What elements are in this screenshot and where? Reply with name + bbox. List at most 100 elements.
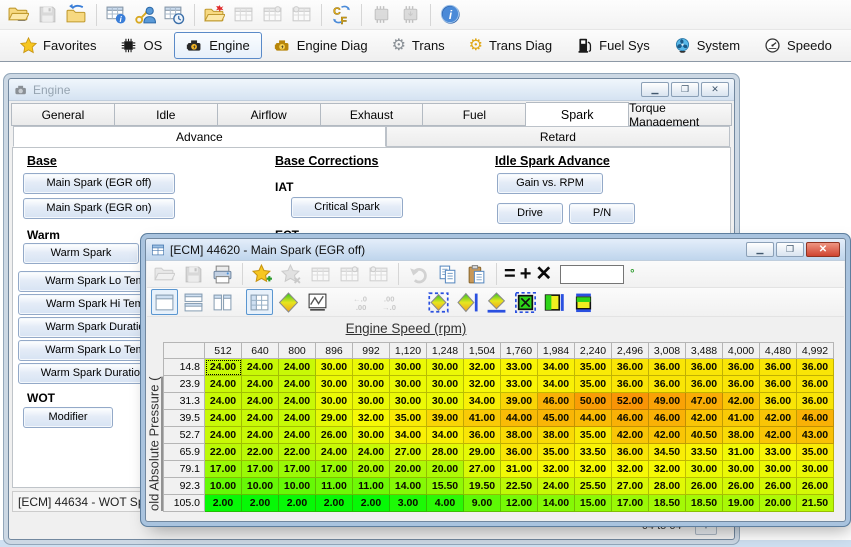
main-spark-egr-off-button[interactable]: Main Spark (EGR off) [23, 173, 175, 194]
grid-cell[interactable]: 32.00 [464, 359, 501, 376]
grid-cell[interactable]: 36.00 [686, 359, 723, 376]
grid-cell[interactable]: 35.00 [538, 444, 575, 461]
grid-cell[interactable]: 42.00 [760, 410, 797, 427]
grid-cell[interactable]: 17.00 [612, 495, 649, 512]
grid-cell[interactable]: 24.00 [205, 393, 242, 410]
grid-cell[interactable]: 24.00 [279, 410, 316, 427]
grid-cell[interactable]: 30.00 [353, 393, 390, 410]
grid-cell[interactable]: 38.00 [501, 427, 538, 444]
grid-cell[interactable]: 17.00 [242, 461, 279, 478]
view-split-horizontal-icon[interactable] [180, 289, 207, 315]
column-header[interactable]: 992 [353, 342, 390, 359]
grid-cell[interactable]: 30.00 [390, 359, 427, 376]
grid-cell[interactable]: 42.00 [612, 427, 649, 444]
add-value-icon[interactable]: + [520, 264, 532, 284]
grid-cell[interactable]: 50.00 [575, 393, 612, 410]
row-header[interactable]: 105.0 [163, 495, 205, 512]
print-icon[interactable] [209, 261, 236, 287]
grid-cell[interactable]: 25.50 [575, 478, 612, 495]
grid-cell[interactable]: 11.00 [353, 478, 390, 495]
grid-cell[interactable]: 36.00 [686, 376, 723, 393]
grid-cell[interactable]: 34.00 [427, 427, 464, 444]
grid-cell[interactable]: 44.00 [575, 410, 612, 427]
grid-cell[interactable]: 35.00 [575, 376, 612, 393]
tab-exhaust[interactable]: Exhaust [321, 103, 424, 126]
grid-cell[interactable]: 42.00 [760, 427, 797, 444]
grid-cell[interactable]: 26.00 [760, 478, 797, 495]
highlight-column-icon[interactable] [541, 289, 568, 315]
grid-cell[interactable]: 30.00 [390, 393, 427, 410]
grid-cell[interactable]: 27.00 [390, 444, 427, 461]
grid-cell[interactable]: 12.00 [501, 495, 538, 512]
grid-cell[interactable]: 24.00 [205, 359, 242, 376]
grid-cell[interactable]: 22.50 [501, 478, 538, 495]
compare-config-icon[interactable]: CF [328, 2, 355, 28]
grid-cell[interactable]: 24.00 [279, 393, 316, 410]
grid-cell[interactable]: 17.00 [205, 461, 242, 478]
grid-cell[interactable]: 30.00 [797, 461, 834, 478]
grid-cell[interactable]: 24.00 [242, 359, 279, 376]
grid-cell[interactable]: 46.00 [797, 410, 834, 427]
open-file-icon[interactable] [5, 2, 32, 28]
grid-cell[interactable]: 24.00 [279, 376, 316, 393]
view-single-pane-icon[interactable] [151, 289, 178, 315]
grid-cell[interactable]: 30.00 [427, 393, 464, 410]
row-header[interactable]: 92.3 [163, 478, 205, 495]
grid-cell[interactable]: 30.00 [316, 393, 353, 410]
license-key-user-icon[interactable] [132, 2, 159, 28]
grid-cell[interactable]: 36.00 [464, 427, 501, 444]
grid-cell[interactable]: 26.00 [797, 478, 834, 495]
grid-cell[interactable]: 24.00 [242, 410, 279, 427]
grid-cell[interactable]: 35.00 [575, 359, 612, 376]
grid-cell[interactable]: 2.00 [205, 495, 242, 512]
grid-cell[interactable]: 27.00 [464, 461, 501, 478]
grid-cell[interactable]: 24.00 [205, 376, 242, 393]
grid-cell[interactable]: 32.00 [353, 410, 390, 427]
grid-cell[interactable]: 18.50 [649, 495, 686, 512]
nav-tab-trans-diag[interactable]: ⚙ Trans Diag [457, 32, 564, 59]
grid-cell[interactable]: 2.00 [316, 495, 353, 512]
grid-cell[interactable]: 30.00 [427, 376, 464, 393]
column-header[interactable]: 896 [316, 342, 353, 359]
subtab-retard[interactable]: Retard [386, 126, 730, 147]
grid-cell[interactable]: 31.00 [723, 444, 760, 461]
grid-cell[interactable]: 36.00 [760, 359, 797, 376]
grid-cell[interactable]: 24.00 [242, 393, 279, 410]
grid-cell[interactable]: 32.00 [649, 461, 686, 478]
grid-cell[interactable]: 17.00 [316, 461, 353, 478]
grid-cell[interactable]: 46.00 [612, 410, 649, 427]
grid-cell[interactable]: 10.00 [205, 478, 242, 495]
grid-cell[interactable]: 31.00 [501, 461, 538, 478]
grid-cell[interactable]: 36.00 [760, 393, 797, 410]
grid-cell[interactable]: 30.00 [686, 461, 723, 478]
grid-cell[interactable]: 32.00 [612, 461, 649, 478]
grid-cell[interactable]: 11.00 [316, 478, 353, 495]
grid-cell[interactable]: 24.00 [242, 376, 279, 393]
grid-cell[interactable]: 36.00 [612, 376, 649, 393]
grid-cell[interactable]: 15.00 [575, 495, 612, 512]
grid-cell[interactable]: 3.00 [390, 495, 427, 512]
table-window-titlebar[interactable]: [ECM] 44620 - Main Spark (EGR off) ▁ ❐ ✕ [146, 239, 845, 261]
grid-cell[interactable]: 39.00 [501, 393, 538, 410]
tab-torque-management[interactable]: Torque Management [629, 103, 732, 126]
view-split-vertical-icon[interactable] [209, 289, 236, 315]
column-header[interactable]: 640 [242, 342, 279, 359]
grid-cell[interactable]: 41.00 [723, 410, 760, 427]
grid-cell[interactable]: 24.00 [242, 427, 279, 444]
grid-cell[interactable]: 47.00 [686, 393, 723, 410]
vehicle-history-icon[interactable] [161, 2, 188, 28]
graph-view-icon[interactable] [304, 289, 331, 315]
grid-cell[interactable]: 52.00 [612, 393, 649, 410]
gain-vs-rpm-button[interactable]: Gain vs. RPM [497, 173, 603, 194]
grid-cell[interactable]: 28.00 [427, 444, 464, 461]
reopen-file-icon[interactable] [63, 2, 90, 28]
grid-cell[interactable]: 24.00 [205, 410, 242, 427]
copy-icon[interactable] [434, 261, 461, 287]
grid-cell[interactable]: 15.50 [427, 478, 464, 495]
grid-cell[interactable]: 20.00 [390, 461, 427, 478]
highlight-cell-icon[interactable] [512, 289, 539, 315]
grid-cell[interactable]: 4.00 [427, 495, 464, 512]
grid-cell[interactable]: 45.00 [538, 410, 575, 427]
grid-cell[interactable]: 36.00 [797, 393, 834, 410]
about-info-icon[interactable]: i [437, 2, 464, 28]
